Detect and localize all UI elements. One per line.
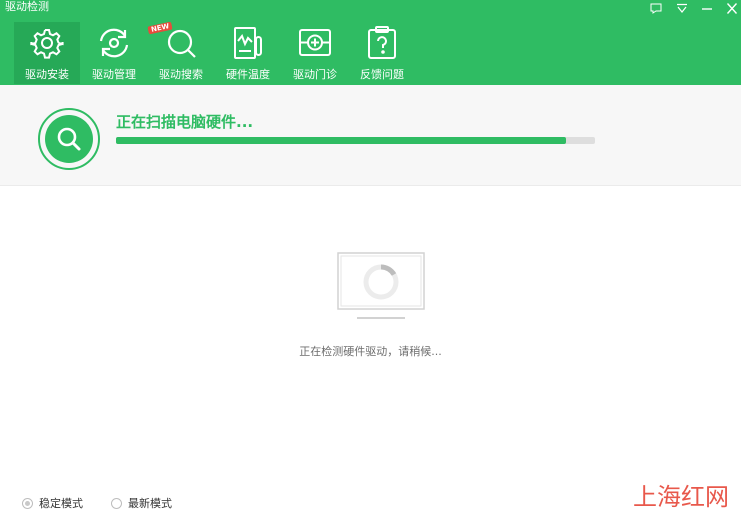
refresh-icon [99,28,129,58]
scan-status-title: 正在扫描电脑硬件... [116,113,254,131]
latest-mode-radio[interactable]: 最新模式 [111,495,172,511]
detecting-drivers-text: 正在检测硬件驱动，请稍候... [299,345,442,358]
scan-progress-bar [116,137,595,144]
tab-driver-install[interactable]: 驱动安装 [14,22,80,84]
monitor-loading-icon [337,252,425,319]
radio-button[interactable] [111,497,122,509]
main-tabs: 驱动安装 驱动管理 NEW 驱动搜索 硬件温度 驱动门诊 反馈问题 [14,21,416,84]
app-title: 驱动检测 [5,0,49,13]
scan-logo-icon [38,108,100,170]
tab-label: 驱动门诊 [293,68,337,81]
radio-button[interactable] [22,497,33,509]
tab-label: 驱动搜索 [159,68,203,81]
tab-driver-manage[interactable]: 驱动管理 [81,22,147,84]
tab-label: 驱动安装 [25,68,69,81]
radio-label: 稳定模式 [39,497,83,510]
scan-progress-fill [116,137,567,144]
search-icon [167,29,196,58]
tab-label: 硬件温度 [226,68,270,81]
tab-label: 反馈问题 [360,68,404,81]
gear-icon [30,29,64,59]
question-icon [368,26,396,59]
tab-hardware-temp[interactable]: 硬件温度 [215,22,281,84]
tab-feedback[interactable]: 反馈问题 [349,22,415,84]
radio-label: 最新模式 [128,497,172,510]
tab-driver-clinic[interactable]: 驱动门诊 [282,22,348,84]
medical-kit-icon [299,29,331,56]
watermark-text: 上海红网 [633,483,729,511]
stable-mode-radio[interactable]: 稳定模式 [22,495,83,511]
thermometer-icon [234,27,262,59]
menu-icon[interactable] [673,0,691,16]
tab-label: 驱动管理 [92,68,136,81]
scan-progress-panel: 正在扫描电脑硬件... [0,85,741,186]
feedback-icon[interactable] [647,0,665,16]
tab-driver-search[interactable]: NEW 驱动搜索 [147,21,214,84]
top-bar: 驱动检测 驱动安装 驱动管理 NEW 驱动搜索 硬件温度 驱动门诊 反馈问题 [0,0,741,85]
close-icon[interactable] [723,0,741,16]
minimize-icon[interactable] [698,0,716,16]
